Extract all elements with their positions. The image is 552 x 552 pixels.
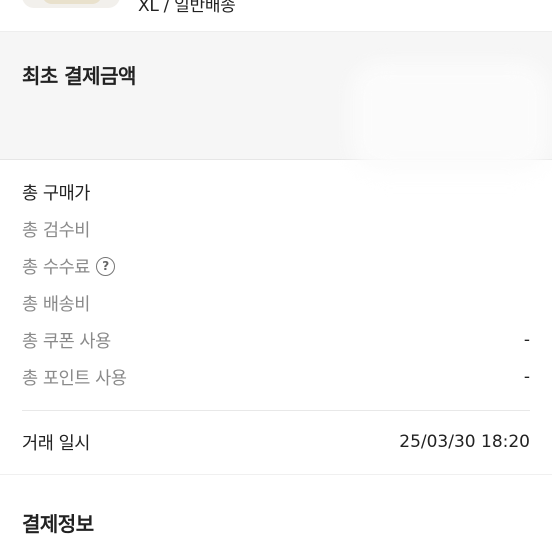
initial-payment-title: 최초 결제금액 bbox=[22, 64, 136, 88]
inspection-fee-row: 총 검수비 bbox=[22, 216, 530, 242]
total-price-label: 총 구매가 bbox=[22, 183, 90, 204]
product-image bbox=[42, 0, 102, 4]
coupon-label: 총 쿠폰 사용 bbox=[22, 331, 111, 352]
points-value: - bbox=[523, 367, 530, 387]
points-row: 총 포인트 사용 - bbox=[22, 364, 530, 390]
transaction-date-label: 거래 일시 bbox=[22, 433, 90, 454]
points-label: 총 포인트 사용 bbox=[22, 368, 127, 389]
payment-info-title: 결제정보 bbox=[22, 512, 94, 536]
transaction-date-value: 25/03/30 18:20 bbox=[399, 432, 530, 452]
inspection-fee-label: 총 검수비 bbox=[22, 220, 90, 241]
total-price-row: 총 구매가 bbox=[22, 179, 530, 205]
commission-fee-row: 총 수수료 ? bbox=[22, 253, 530, 279]
section-divider bbox=[0, 474, 552, 475]
shipping-fee-label: 총 배송비 bbox=[22, 294, 90, 315]
transaction-date-row: 거래 일시 25/03/30 18:20 bbox=[22, 429, 530, 455]
commission-fee-label: 총 수수료 ? bbox=[22, 254, 115, 279]
payment-amount-blurred bbox=[350, 62, 550, 172]
product-summary: XL / 일반배송 bbox=[0, 0, 552, 32]
shipping-fee-row: 총 배송비 bbox=[22, 290, 530, 316]
question-circle-icon[interactable]: ? bbox=[95, 256, 115, 276]
commission-fee-text: 총 수수료 bbox=[22, 257, 90, 278]
product-option: XL / 일반배송 bbox=[138, 0, 236, 16]
coupon-row: 총 쿠폰 사용 - bbox=[22, 327, 530, 353]
payment-info-cut-text bbox=[22, 543, 482, 552]
initial-payment-section: 최초 결제금액 bbox=[0, 32, 552, 172]
product-thumbnail bbox=[22, 0, 120, 8]
coupon-value: - bbox=[523, 330, 530, 350]
divider bbox=[22, 410, 530, 411]
